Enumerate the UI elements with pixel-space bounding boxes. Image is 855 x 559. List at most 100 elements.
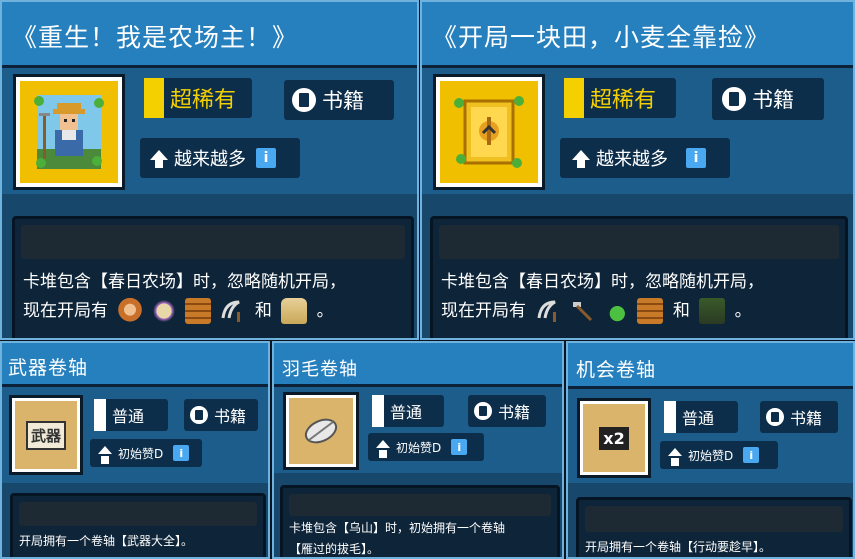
description-text: 卡堆包含【春日农场】时，忽略随机开局， 现在开局有 和 。 xyxy=(441,269,764,325)
tag-chip[interactable]: 越来越多 i xyxy=(560,138,730,178)
card-header: 机会卷轴 xyxy=(568,343,853,389)
card-portrait[interactable] xyxy=(283,392,359,470)
wood-plank-icon xyxy=(185,298,212,325)
category-label: 书籍 xyxy=(752,88,794,112)
description-header xyxy=(19,502,257,526)
description-box: 卡堆包含【春日农场】时，忽略随机开局， 现在开局有 和 。 xyxy=(12,216,414,338)
tag-label: 初始赞D xyxy=(688,448,734,463)
card-title: 武器卷轴 xyxy=(8,357,89,379)
description-line-2: 现在开局有 和 。 xyxy=(23,298,346,325)
description-header xyxy=(21,225,405,259)
description-and: 和 xyxy=(254,301,272,322)
description-box: 开局拥有一个卷轴【行动要趁早】。 xyxy=(576,497,852,557)
card-portrait[interactable] xyxy=(433,74,545,190)
description-end: 。 xyxy=(316,301,334,322)
tag-chip[interactable]: 越来越多 i xyxy=(140,138,300,178)
sickle-icon xyxy=(221,300,241,323)
description-header xyxy=(289,494,551,516)
card-farm-owner-book[interactable]: 《重生！我是农场主！》 超稀有 书籍 越来越多 i 卡堆包含【春日农场】时，忽略… xyxy=(0,0,419,340)
rarity-label: 普通 xyxy=(682,409,715,428)
description-text: 卡堆包含【乌山】时，初始拥有一个卷轴 【雁过的拔毛】。 xyxy=(289,518,506,557)
category-badge: 书籍 xyxy=(760,401,838,433)
info-icon[interactable]: i xyxy=(743,447,760,463)
rarity-bar xyxy=(144,78,164,118)
description-box: 开局拥有一个卷轴【武器大全】。 xyxy=(10,493,266,557)
rarity-badge: 超稀有 xyxy=(144,78,252,118)
soil-sprout-icon xyxy=(699,298,726,325)
rarity-bar xyxy=(372,395,384,427)
rarity-badge: 超稀有 xyxy=(564,78,676,118)
card-title: 《开局一块田，小麦全靠捡》 xyxy=(432,23,771,52)
info-icon[interactable]: i xyxy=(256,148,276,168)
category-label: 书籍 xyxy=(214,407,247,426)
tag-label: 初始赞D xyxy=(396,440,442,455)
rarity-label: 超稀有 xyxy=(170,88,237,113)
wood-plank-icon xyxy=(637,298,664,325)
arrow-up-icon xyxy=(98,446,112,464)
rarity-badge: 普通 xyxy=(94,399,168,431)
tag-label: 越来越多 xyxy=(174,149,246,170)
rarity-label: 超稀有 xyxy=(590,88,657,113)
category-label: 书籍 xyxy=(322,89,364,113)
card-weapon-scroll[interactable]: 武器卷轴 武器 普通 书籍 初始赞D i 开局拥有一个卷轴【武器大全】。 xyxy=(0,341,270,559)
tag-chip[interactable]: 初始赞D i xyxy=(368,433,484,461)
book-icon xyxy=(766,408,784,426)
scroll-label: x2 xyxy=(599,426,629,450)
description-line-1: 开局拥有一个卷轴【武器大全】。 xyxy=(19,534,194,548)
arrow-up-icon xyxy=(668,448,682,466)
description-box: 卡堆包含【春日农场】时，忽略随机开局， 现在开局有 和 。 xyxy=(430,216,848,338)
farmer-portrait-icon xyxy=(34,95,104,169)
description-header xyxy=(585,506,843,532)
card-portrait[interactable]: x2 xyxy=(577,398,651,478)
tag-chip[interactable]: 初始赞D i xyxy=(90,439,202,467)
category-label: 书籍 xyxy=(498,403,531,422)
seed-bag-icon xyxy=(281,298,308,325)
description-line-1: 卡堆包含【春日农场】时，忽略随机开局， xyxy=(441,272,764,292)
feather-icon xyxy=(304,418,338,444)
description-prefix: 现在开局有 xyxy=(441,301,526,322)
card-chance-scroll[interactable]: 机会卷轴 x2 普通 书籍 初始赞D i 开局拥有一个卷轴【行动要趁早】。 xyxy=(566,341,855,559)
tag-label: 越来越多 xyxy=(596,149,668,170)
info-icon[interactable]: i xyxy=(451,439,468,455)
description-box: 卡堆包含【乌山】时，初始拥有一个卷轴 【雁过的拔毛】。 xyxy=(280,485,560,557)
category-badge: 书籍 xyxy=(712,78,824,120)
description-text: 开局拥有一个卷轴【行动要趁早】。 xyxy=(585,538,771,557)
book-icon xyxy=(292,88,316,112)
card-title: 羽毛卷轴 xyxy=(282,359,358,380)
card-title: 机会卷轴 xyxy=(576,359,657,381)
card-feather-scroll[interactable]: 羽毛卷轴 普通 书籍 初始赞D i 卡堆包含【乌山】时，初始拥有一个卷轴 【雁过… xyxy=(272,341,564,559)
card-portrait[interactable]: 武器 xyxy=(9,395,83,475)
description-line-2: 【雁过的拔毛】。 xyxy=(289,542,380,556)
category-badge: 书籍 xyxy=(184,399,258,431)
rarity-badge: 普通 xyxy=(372,395,444,427)
wheat-book-icon xyxy=(454,96,524,168)
start-items xyxy=(113,298,249,325)
description-header xyxy=(439,225,839,259)
rarity-bar xyxy=(94,399,106,431)
rarity-badge: 普通 xyxy=(664,401,738,433)
category-badge: 书籍 xyxy=(468,395,546,427)
info-icon[interactable]: i xyxy=(173,445,190,461)
category-badge: 书籍 xyxy=(284,80,394,120)
description-text: 卡堆包含【春日农场】时，忽略随机开局， 现在开局有 和 。 xyxy=(23,269,346,325)
info-icon[interactable]: i xyxy=(686,148,706,168)
description-end: 。 xyxy=(734,301,752,322)
description-and: 和 xyxy=(672,301,690,322)
rarity-bar xyxy=(664,401,676,433)
description-line-1: 卡堆包含【春日农场】时，忽略随机开局， xyxy=(23,272,346,292)
girl-icon xyxy=(117,298,144,325)
description-line-2: 现在开局有 和 。 xyxy=(441,298,764,325)
card-header: 武器卷轴 xyxy=(2,343,268,387)
description-prefix: 现在开局有 xyxy=(23,301,108,322)
rarity-bar xyxy=(564,78,584,118)
tag-chip[interactable]: 初始赞D i xyxy=(660,441,778,469)
arrow-up-icon xyxy=(572,150,590,168)
card-header: 羽毛卷轴 xyxy=(274,343,562,387)
card-portrait[interactable] xyxy=(13,74,125,190)
rarity-label: 普通 xyxy=(112,407,145,426)
card-header: 《重生！我是农场主！》 xyxy=(2,2,417,68)
description-line-1: 卡堆包含【乌山】时，初始拥有一个卷轴 xyxy=(289,521,506,535)
sickle-icon xyxy=(537,300,557,323)
card-wheat-field-book[interactable]: 《开局一块田，小麦全靠捡》 超稀有 书籍 越来越多 i 卡堆包含【春日农场】时，… xyxy=(420,0,855,340)
book-icon xyxy=(722,87,746,111)
